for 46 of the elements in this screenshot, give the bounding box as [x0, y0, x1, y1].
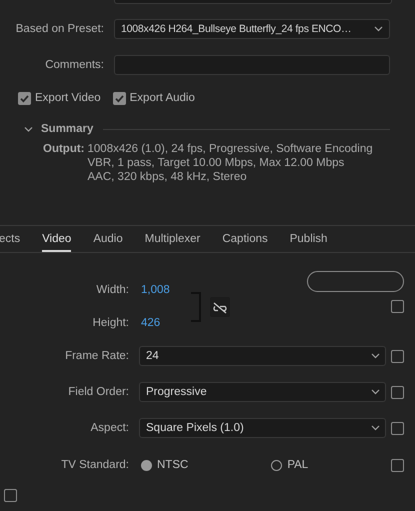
- field-label: Width:: [95, 283, 129, 297]
- tab[interactable]: Captions: [222, 226, 268, 252]
- chevron-down-icon: [374, 26, 383, 32]
- checkbox[interactable]: [4, 489, 17, 502]
- checkbox[interactable]: [391, 386, 404, 398]
- summary-line: 1008x426 (1.0), 24 fps, Progressive, Software Encoding: [88, 142, 373, 156]
- radio-label: NTSC: [157, 459, 188, 471]
- tab[interactable]: Publish: [290, 226, 328, 252]
- tab[interactable]: Multiplexer: [144, 226, 200, 252]
- field-label: Comments:: [44, 59, 104, 71]
- field-label: Aspect:: [90, 422, 129, 434]
- comments-field[interactable]: [114, 55, 390, 75]
- checkbox[interactable]: [391, 422, 404, 434]
- chevron-down-icon[interactable]: [24, 126, 33, 132]
- chevron-down-icon: [371, 353, 380, 359]
- summary-line: AAC, 320 kbps, 48 kHz, Stereo: [88, 170, 248, 184]
- radio-button[interactable]: [271, 460, 282, 470]
- pill-button[interactable]: [307, 271, 404, 292]
- height-value[interactable]: 426: [141, 316, 181, 330]
- summary-line: VBR, 1 pass, Target 10.00 Mbps, Max 12.00 Mbps: [88, 156, 346, 170]
- width-value[interactable]: 1,008: [141, 283, 181, 297]
- dropdown[interactable]: Square Pixels (1.0): [139, 418, 386, 438]
- checkbox[interactable]: [391, 350, 404, 362]
- preset-dropdown[interactable]: 1008x426 H264_Bullseye Butterfly_24 fps ENCO…: [114, 19, 390, 39]
- radio-button[interactable]: [141, 460, 152, 470]
- field-label: Field Order:: [67, 386, 129, 398]
- dropdown[interactable]: 24: [139, 346, 386, 366]
- tab[interactable]: Audio: [93, 226, 123, 252]
- checkbox[interactable]: [112, 92, 126, 104]
- section-title: Summary: [41, 123, 94, 135]
- broken-link-icon[interactable]: [210, 296, 230, 316]
- checkbox[interactable]: [18, 92, 31, 104]
- chevron-down-icon: [371, 389, 380, 395]
- field-label: Frame Rate:: [64, 350, 129, 362]
- field-label: TV Standard:: [60, 459, 129, 471]
- chevron-down-icon: [371, 425, 380, 431]
- checkbox-label: Export Audio: [130, 92, 195, 104]
- tab[interactable]: Video: [42, 226, 72, 252]
- checkbox-label: Export Video: [35, 92, 101, 104]
- field-label: Based on Preset:: [14, 23, 104, 35]
- radio-label: PAL: [287, 459, 308, 471]
- checkbox[interactable]: [391, 458, 404, 472]
- field-label: Height:: [92, 316, 129, 330]
- checkbox[interactable]: [391, 300, 404, 313]
- output-label: Output:: [43, 142, 85, 157]
- dropdown[interactable]: Progressive: [139, 382, 386, 402]
